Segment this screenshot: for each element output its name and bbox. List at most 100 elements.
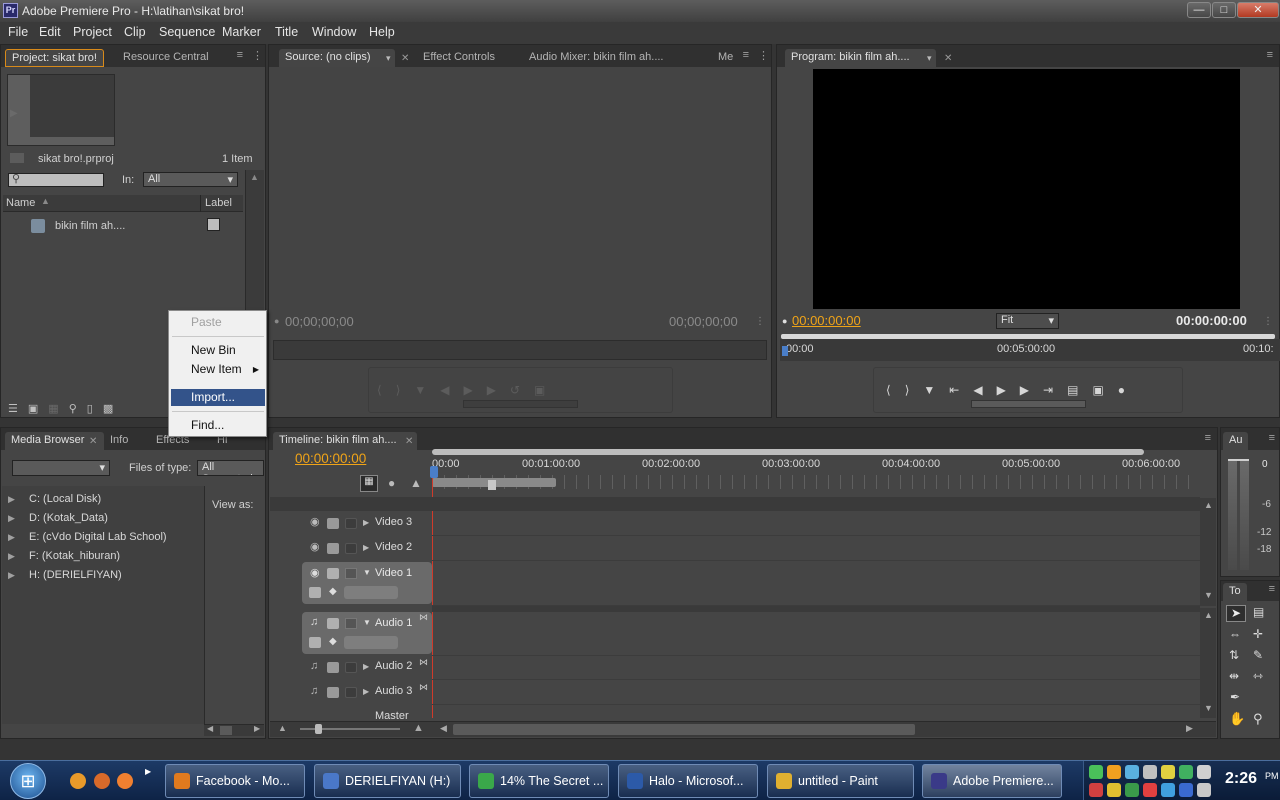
scroll-right-icon[interactable]: ▶ bbox=[1186, 723, 1193, 734]
taskbar-paint[interactable]: untitled - Paint bbox=[767, 764, 914, 798]
project-item-name[interactable]: bikin film ah.... bbox=[55, 220, 125, 232]
tab-program[interactable]: Program: bikin film ah.... bbox=[785, 49, 936, 67]
tab-info[interactable]: Info bbox=[104, 432, 134, 450]
panel-grip-icon[interactable]: ⋮ bbox=[758, 49, 769, 62]
icon-view-icon[interactable]: ▣ bbox=[28, 402, 38, 415]
quicklaunch-expand-icon[interactable]: ▶ bbox=[145, 767, 151, 776]
tray-icon[interactable] bbox=[1089, 765, 1103, 779]
tab-project[interactable]: Project: sikat bro! bbox=[5, 49, 104, 67]
close-button[interactable]: ✕ bbox=[1237, 2, 1279, 18]
media-browser-hscroll[interactable]: ◀ ▶ bbox=[204, 724, 264, 736]
list-view-icon[interactable]: ☰ bbox=[8, 402, 18, 415]
column-name[interactable]: Name bbox=[6, 197, 35, 209]
sync-lock-icon[interactable] bbox=[327, 568, 339, 579]
work-area-grip[interactable] bbox=[488, 480, 496, 490]
keyframe-icon[interactable]: ◆ bbox=[329, 636, 337, 647]
master-track[interactable]: Master bbox=[301, 707, 432, 721]
expand-track-icon[interactable]: ▶ bbox=[363, 518, 369, 527]
pen-tool-icon[interactable]: ✒ bbox=[1230, 690, 1240, 704]
menu-item-find[interactable]: Find... bbox=[171, 417, 265, 434]
keyframe-nav[interactable] bbox=[344, 636, 398, 649]
menu-window[interactable]: Window bbox=[312, 25, 356, 39]
toggle-output-eye-icon[interactable]: ◉ bbox=[310, 566, 320, 579]
marker-icon[interactable]: ▼ bbox=[923, 383, 935, 397]
project-search-input[interactable]: ⚲ bbox=[8, 173, 104, 187]
program-settings-icon[interactable]: ⋮ bbox=[1263, 316, 1273, 327]
timeline-hscroll-thumb[interactable] bbox=[453, 724, 915, 735]
source-jog-shuttle[interactable] bbox=[463, 400, 578, 408]
menu-file[interactable]: File bbox=[8, 25, 28, 39]
expand-icon[interactable]: ▶ bbox=[8, 494, 15, 505]
step-forward-icon[interactable]: ▶ bbox=[1020, 383, 1029, 397]
tab-audio-mixer[interactable]: Audio Mixer: bikin film ah.... bbox=[523, 49, 670, 67]
lift-icon[interactable]: ▤ bbox=[1067, 383, 1078, 397]
tray-icon[interactable] bbox=[1143, 783, 1157, 797]
expand-track-icon[interactable]: ▶ bbox=[363, 687, 369, 696]
sync-lock-icon[interactable] bbox=[327, 618, 339, 629]
drive-item[interactable]: F: (Kotak_hiburan) bbox=[29, 550, 120, 562]
sync-lock-icon[interactable] bbox=[327, 518, 339, 529]
start-button[interactable]: ⊞ bbox=[10, 763, 46, 799]
tab-more[interactable]: Me bbox=[712, 49, 739, 67]
waveform-icon[interactable] bbox=[309, 637, 321, 648]
menu-edit[interactable]: Edit bbox=[39, 25, 61, 39]
menu-marker[interactable]: Marker bbox=[222, 25, 261, 39]
taskbar-word[interactable]: Halo - Microsof... bbox=[618, 764, 758, 798]
video-track-1-header[interactable]: ◉ ▼ Video 1 ◆ bbox=[302, 562, 432, 604]
speaker-icon[interactable]: ♫ bbox=[310, 616, 318, 628]
tray-icon[interactable] bbox=[1107, 783, 1121, 797]
expand-icon[interactable]: ▶ bbox=[8, 570, 15, 581]
automate-icon[interactable]: ▦ bbox=[48, 402, 58, 415]
safe-margins-icon[interactable]: ▣ bbox=[1092, 383, 1103, 397]
scroll-thumb[interactable] bbox=[220, 726, 232, 735]
close-program-icon[interactable]: ✕ bbox=[944, 53, 952, 64]
file-type-dropdown[interactable]: All Supported bbox=[197, 460, 264, 476]
audio-track-1-header[interactable]: ♫ ▼ Audio 1 ◆ bbox=[302, 612, 432, 654]
expand-track-icon[interactable]: ▶ bbox=[363, 662, 369, 671]
zoom-in-icon[interactable]: ▲ bbox=[413, 722, 424, 734]
source-timecode-in[interactable]: 00;00;00;00 bbox=[285, 314, 354, 329]
toggle-output-eye-icon[interactable]: ◉ bbox=[310, 540, 322, 553]
mark-in-icon[interactable]: ⟨ bbox=[886, 383, 891, 397]
signal-icon[interactable] bbox=[1197, 765, 1211, 779]
program-jog-shuttle[interactable] bbox=[971, 400, 1086, 408]
panel-menu-icon[interactable]: ≡ bbox=[1269, 432, 1275, 444]
sync-lock-icon[interactable] bbox=[327, 687, 339, 698]
scroll-up-icon[interactable]: ▲ bbox=[1204, 500, 1213, 510]
taskbar-facebook[interactable]: Facebook - Mo... bbox=[165, 764, 305, 798]
step-back-icon[interactable]: ◀ bbox=[440, 383, 449, 397]
collapse-track-icon[interactable]: ▼ bbox=[363, 568, 371, 577]
track-lock-icon[interactable] bbox=[345, 687, 357, 698]
program-dropdown-icon[interactable]: ▾ bbox=[927, 53, 932, 64]
audio-track-3[interactable]: ♫ ▶ Audio 3 ⋈ bbox=[301, 682, 432, 704]
scroll-left-icon[interactable]: ◀ bbox=[440, 723, 447, 734]
timeline-timecode[interactable]: 00:00:00:00 bbox=[295, 451, 366, 466]
set-marker-icon[interactable]: ● bbox=[388, 476, 395, 490]
zoom-slider-handle[interactable] bbox=[315, 724, 322, 734]
loop-icon[interactable]: ↺ bbox=[510, 383, 520, 397]
tab-timeline[interactable]: Timeline: bikin film ah.... bbox=[273, 432, 417, 450]
go-to-in-icon[interactable]: ⇤ bbox=[949, 383, 959, 397]
video-vscroll[interactable]: ▲ ▼ bbox=[1200, 498, 1216, 606]
safe-margins-icon[interactable]: ▣ bbox=[534, 383, 545, 397]
close-timeline-icon[interactable]: ✕ bbox=[405, 436, 413, 447]
menu-help[interactable]: Help bbox=[369, 25, 395, 39]
minimize-button[interactable]: — bbox=[1187, 2, 1211, 18]
mark-out-icon[interactable]: ⟩ bbox=[396, 383, 401, 397]
keyframe-nav[interactable] bbox=[344, 586, 398, 599]
tray-icon[interactable] bbox=[1179, 765, 1193, 779]
go-to-out-icon[interactable]: ⇥ bbox=[1043, 383, 1053, 397]
clock[interactable]: 2:26 bbox=[1225, 770, 1257, 788]
menu-title[interactable]: Title bbox=[275, 25, 298, 39]
tray-icon[interactable] bbox=[1161, 765, 1175, 779]
panel-menu-icon[interactable]: ≡ bbox=[1267, 49, 1273, 61]
quicklaunch-vlc-icon[interactable] bbox=[70, 773, 86, 789]
program-playhead[interactable] bbox=[782, 346, 788, 356]
location-dropdown[interactable]: ▾ bbox=[12, 460, 110, 476]
expand-track-icon[interactable]: ▶ bbox=[363, 543, 369, 552]
track-lock-icon[interactable] bbox=[345, 568, 357, 579]
toggle-output-eye-icon[interactable]: ◉ bbox=[310, 515, 322, 528]
panel-menu-icon[interactable]: ≡ bbox=[743, 49, 749, 61]
panel-menu-icon[interactable]: ≡ bbox=[1269, 583, 1275, 595]
menu-clip[interactable]: Clip bbox=[124, 25, 146, 39]
